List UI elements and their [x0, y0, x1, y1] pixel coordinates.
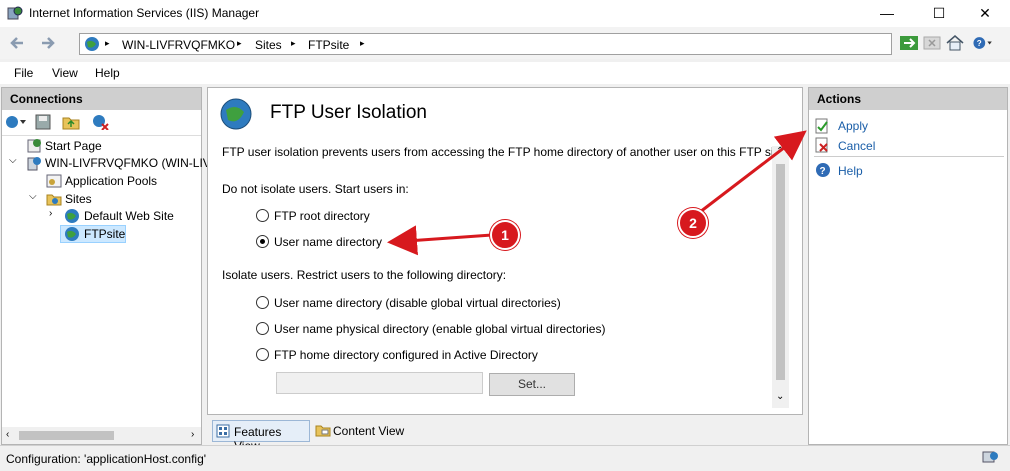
- annotation-arrow-1: [387, 225, 493, 256]
- annotation-arrow-2: [699, 130, 807, 214]
- callout-1: 1: [490, 220, 520, 250]
- callout-2: 2: [678, 208, 708, 238]
